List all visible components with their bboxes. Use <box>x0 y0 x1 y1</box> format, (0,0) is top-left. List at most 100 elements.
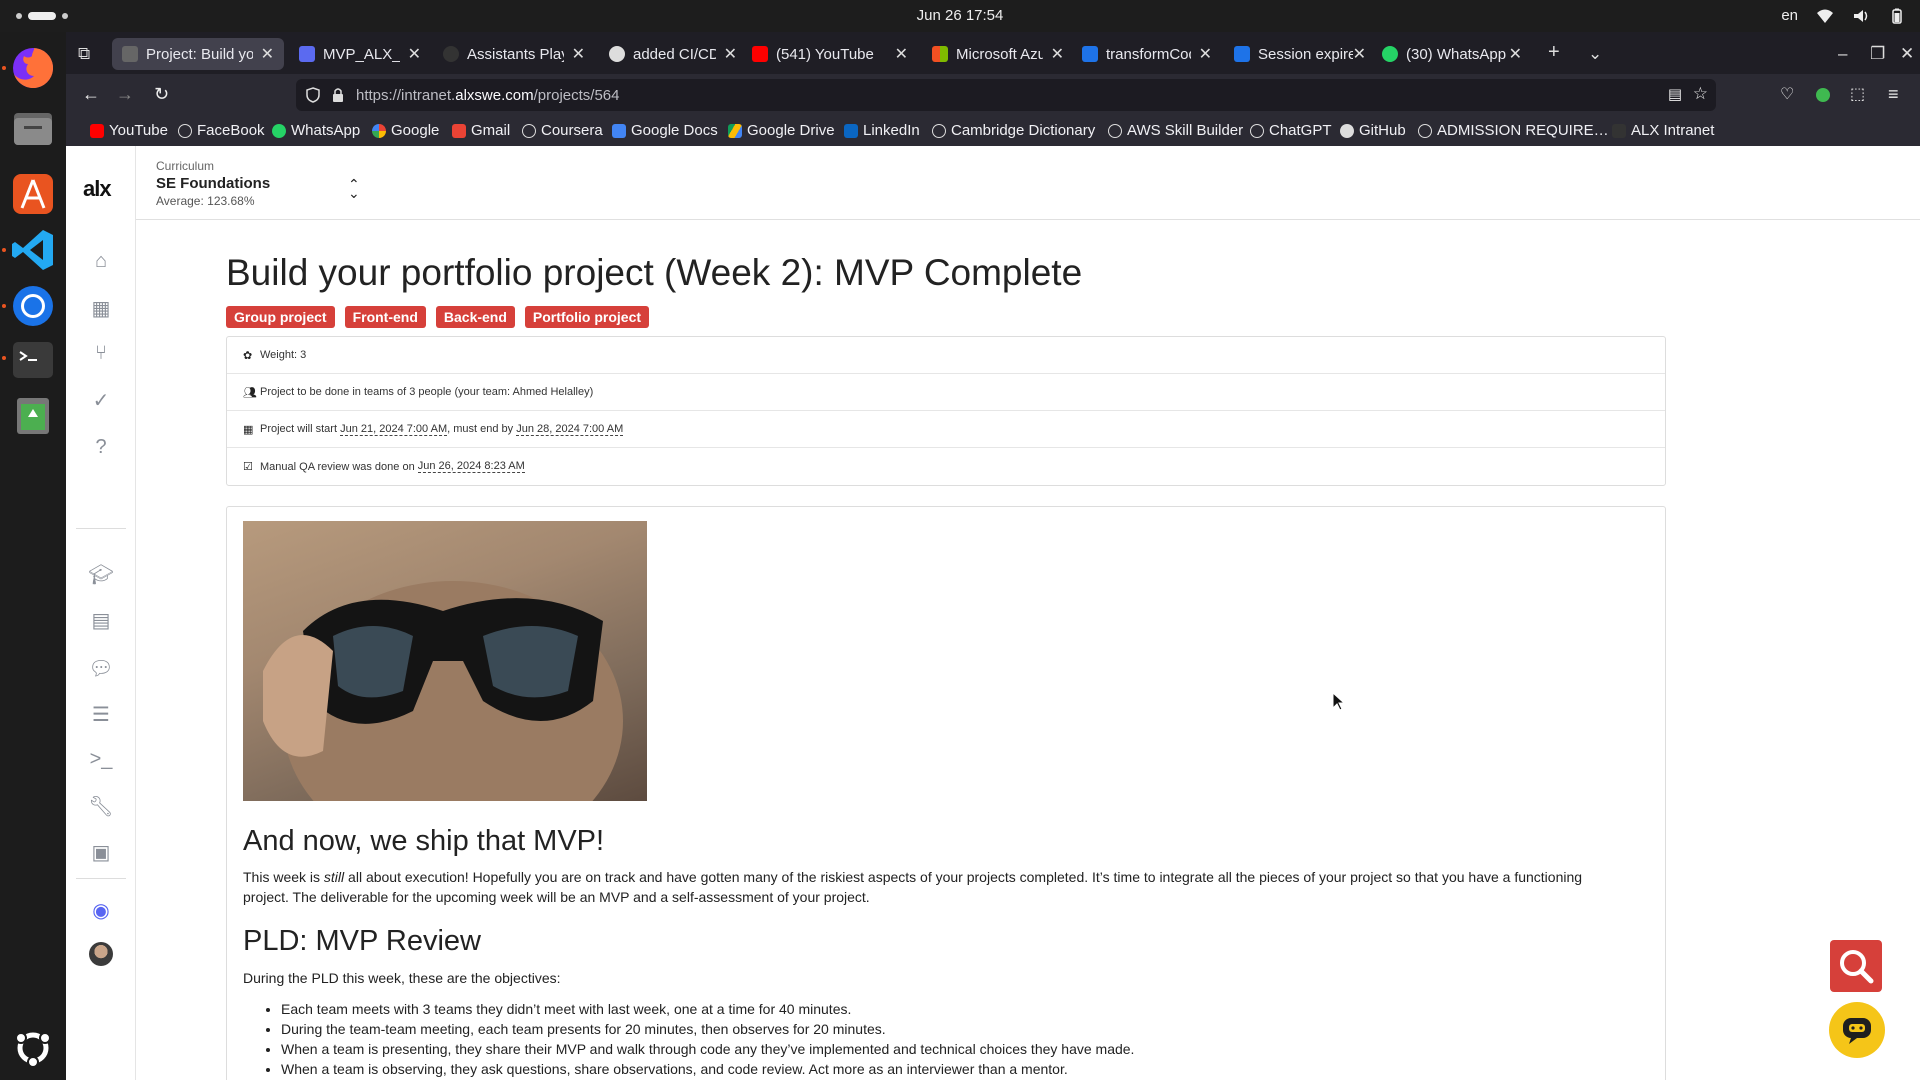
clock[interactable]: Jun 26 17:54 <box>0 7 1920 24</box>
tab-session-expired[interactable]: Session expired ✕ <box>1224 38 1376 70</box>
tab-youtube[interactable]: (541) YouTube ✕ <box>742 38 918 70</box>
app-menu-icon[interactable]: ≡ <box>1888 84 1899 105</box>
tab-mvp-doc[interactable]: MVP_ALX_WEEK_ ✕ <box>289 38 431 70</box>
close-tab-icon[interactable]: ✕ <box>895 44 908 64</box>
user-avatar[interactable] <box>89 942 113 966</box>
tab-azure[interactable]: Microsoft Azure P ✕ <box>922 38 1074 70</box>
system-top-bar: Jun 26 17:54 en <box>0 0 1920 32</box>
files-icon[interactable] <box>9 104 57 152</box>
bookmark-google-docs[interactable]: Google Docs <box>612 122 718 139</box>
tab-title: added CI/CD pipel <box>633 45 716 63</box>
help-icon[interactable]: ? <box>88 436 114 458</box>
minimize-icon[interactable]: – <box>1838 44 1847 64</box>
close-window-icon[interactable]: ✕ <box>1900 44 1914 64</box>
discord-icon[interactable]: ◉ <box>88 898 114 922</box>
reload-icon[interactable]: ↻ <box>154 84 169 105</box>
restore-icon[interactable]: ❐ <box>1870 44 1885 64</box>
close-tab-icon[interactable]: ✕ <box>1199 44 1212 64</box>
tab-whatsapp[interactable]: (30) WhatsApp ✕ <box>1372 38 1532 70</box>
checkmark-icon[interactable]: ✓ <box>88 388 114 412</box>
tab-title: (541) YouTube <box>776 45 874 63</box>
tab-github-commit[interactable]: added CI/CD pipel ✕ <box>599 38 747 70</box>
tab-title: (30) WhatsApp <box>1406 45 1507 63</box>
app-center-icon[interactable] <box>9 170 57 218</box>
tab-favicon-icon <box>443 46 459 62</box>
chat-bubbles-icon[interactable]: 💬︎ <box>88 656 114 680</box>
project-badges: Group project Front-end Back-end Portfol… <box>226 306 1666 328</box>
bookmark-github[interactable]: GitHub <box>1340 122 1406 139</box>
calendar-icon[interactable]: ▦ <box>88 296 114 320</box>
pocket-icon[interactable]: ♡ <box>1780 84 1794 104</box>
vscode-icon[interactable] <box>9 226 57 274</box>
close-tab-icon[interactable]: ✕ <box>1051 44 1064 64</box>
back-icon[interactable]: ← <box>82 84 100 105</box>
chat-support-button[interactable] <box>1829 1002 1885 1058</box>
close-tab-icon[interactable]: ✕ <box>572 44 585 64</box>
list-tabs-icon[interactable]: ⌄ <box>1588 44 1602 64</box>
graduation-cap-icon[interactable]: 🎓︎ <box>88 562 114 586</box>
show-apps-icon[interactable] <box>9 1024 57 1072</box>
extensions-icon[interactable]: ⬚ <box>1850 84 1865 104</box>
gmail-icon <box>452 123 466 138</box>
bookmark-coursera[interactable]: Coursera <box>522 122 603 139</box>
bookmark-aws-skill-builder[interactable]: AWS Skill Builder <box>1108 122 1243 139</box>
lock-icon[interactable] <box>332 87 344 103</box>
close-tab-icon[interactable]: ✕ <box>1509 44 1522 64</box>
github-icon <box>1340 123 1354 138</box>
wrench-icon[interactable]: 🔧︎ <box>88 794 114 818</box>
curriculum-name[interactable]: SE Foundations <box>156 175 270 192</box>
bookmark-star-icon[interactable]: ☆ <box>1693 84 1708 104</box>
tab-favicon-icon <box>122 46 138 62</box>
battery-icon <box>1892 8 1902 24</box>
firefox-icon[interactable] <box>9 44 57 92</box>
servers-icon[interactable]: ☰ <box>88 702 114 726</box>
terminal-icon[interactable] <box>9 336 57 384</box>
tab-transformcoding[interactable]: transformCoding ✕ <box>1072 38 1222 70</box>
tab-overview-icon[interactable]: ⧉ <box>78 44 90 64</box>
youtube-icon <box>752 46 768 62</box>
running-indicator <box>2 248 6 252</box>
home-icon[interactable]: ⌂ <box>88 250 114 272</box>
account-avatar-icon[interactable] <box>1816 88 1830 102</box>
curriculum-switch-chevron-icon[interactable]: ⌃ ⌄ <box>348 177 360 200</box>
chromium-icon[interactable] <box>9 282 57 330</box>
users-icon: 👥︎ <box>243 386 257 399</box>
new-tab-icon[interactable]: + <box>1548 41 1560 64</box>
bookmark-chatgpt[interactable]: ChatGPT <box>1250 122 1332 139</box>
system-tray[interactable]: en <box>1781 7 1906 24</box>
document-icon[interactable]: ▤ <box>88 608 114 632</box>
bookmark-cambridge-dictionary[interactable]: Cambridge Dictionary <box>932 122 1095 139</box>
tab-project-build[interactable]: Project: Build your ✕ <box>112 38 284 70</box>
tab-title: Microsoft Azure P <box>956 45 1043 63</box>
bookmark-gmail[interactable]: Gmail <box>452 122 510 139</box>
bookmark-whatsapp[interactable]: WhatsApp <box>272 122 360 139</box>
branch-icon[interactable]: ⑂ <box>88 342 114 364</box>
close-tab-icon[interactable]: ✕ <box>724 44 737 64</box>
bookmark-admission[interactable]: ADMISSION REQUIRE… <box>1418 122 1609 139</box>
bookmark-google[interactable]: Google <box>372 122 439 139</box>
terminal-prompt-icon[interactable]: >_ <box>88 748 114 770</box>
close-tab-icon[interactable]: ✕ <box>408 44 421 64</box>
bookmark-facebook[interactable]: FaceBook <box>178 122 265 139</box>
close-tab-icon[interactable]: ✕ <box>1353 44 1366 64</box>
google-docs-icon <box>612 123 626 138</box>
alx-logo[interactable]: alx <box>83 176 112 202</box>
film-icon[interactable]: ▣ <box>88 840 114 864</box>
curriculum-label: Curriculum <box>156 159 215 173</box>
close-tab-icon[interactable]: ✕ <box>261 44 274 64</box>
trash-icon[interactable] <box>9 390 57 438</box>
sidebar-divider <box>76 878 126 879</box>
project-meta-list: ✿ Weight: 3 👥︎ Project to be done in tea… <box>226 336 1666 486</box>
bookmark-youtube[interactable]: YouTube <box>90 122 168 139</box>
shield-icon[interactable] <box>306 87 320 103</box>
badge-back-end: Back-end <box>435 306 515 328</box>
reader-view-icon[interactable]: ▤ <box>1668 85 1682 103</box>
tab-assistants[interactable]: Assistants Playgro ✕ <box>433 38 595 70</box>
url-bar[interactable]: https://intranet.alxswe.com/projects/564… <box>296 79 1716 111</box>
language-indicator[interactable]: en <box>1781 7 1798 24</box>
bookmark-alx-intranet[interactable]: ALX Intranet <box>1612 122 1714 139</box>
forward-icon[interactable]: → <box>116 84 134 105</box>
search-button[interactable] <box>1830 940 1882 992</box>
bookmark-google-drive[interactable]: Google Drive <box>728 122 835 139</box>
bookmark-linkedin[interactable]: LinkedIn <box>844 122 920 139</box>
